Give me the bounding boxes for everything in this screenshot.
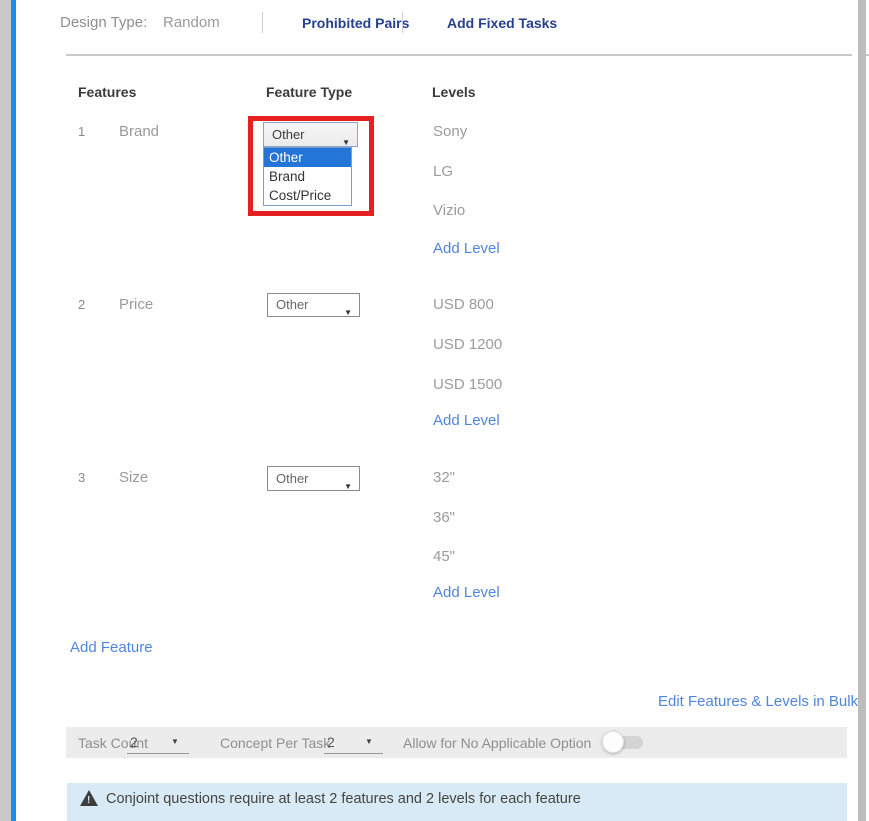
level-item[interactable]: 32": [433, 470, 455, 486]
feature-type-select[interactable]: Other ▼: [267, 293, 360, 317]
header-divider: [66, 54, 852, 56]
concept-per-task-value-dropdown[interactable]: 2: [327, 734, 335, 750]
task-count-value-dropdown[interactable]: 2: [130, 734, 138, 750]
dropdown-arrow-icon[interactable]: ▼: [171, 737, 179, 746]
level-item[interactable]: Vizio: [433, 203, 465, 219]
feature-name[interactable]: Price: [119, 297, 153, 313]
feature-index: 2: [78, 297, 85, 312]
level-item[interactable]: 45": [433, 549, 455, 565]
active-question-indicator-bar: [11, 0, 16, 821]
page-left-margin: [0, 0, 11, 821]
level-item[interactable]: USD 1200: [433, 337, 502, 353]
warning-icon-exclamation: !: [87, 795, 90, 806]
scrollbar[interactable]: [858, 0, 866, 821]
feature-type-selected-value: Other: [276, 471, 309, 486]
feature-index: 3: [78, 470, 85, 485]
conjoint-design-editor: Design Type: Random Prohibited Pairs Add…: [0, 0, 869, 821]
feature-index: 1: [78, 124, 85, 139]
features-column-header: Features: [78, 84, 136, 100]
separator: [402, 12, 403, 33]
level-item[interactable]: 36": [433, 510, 455, 526]
edit-features-levels-bulk-link[interactable]: Edit Features & Levels in Bulk: [658, 693, 858, 710]
concept-per-task-underline: [324, 753, 383, 754]
annotation-red-box: [248, 116, 374, 216]
separator: [262, 12, 263, 33]
design-type-option-add-fixed-tasks[interactable]: Add Fixed Tasks: [447, 15, 557, 31]
add-level-link[interactable]: Add Level: [433, 413, 500, 429]
toggle-knob[interactable]: [602, 731, 624, 753]
dropdown-arrow-icon[interactable]: ▼: [365, 737, 373, 746]
design-type-option-random[interactable]: Random: [163, 14, 220, 31]
level-item[interactable]: USD 1500: [433, 377, 502, 393]
no-applicable-option-label: Allow for No Applicable Option: [403, 735, 591, 751]
add-level-link[interactable]: Add Level: [433, 585, 500, 601]
feature-type-column-header: Feature Type: [266, 84, 352, 100]
level-item[interactable]: USD 800: [433, 297, 494, 313]
alert-text: Conjoint questions require at least 2 fe…: [106, 791, 581, 807]
level-item[interactable]: Sony: [433, 124, 467, 140]
task-count-underline: [127, 753, 189, 754]
feature-type-select[interactable]: Other ▼: [267, 466, 360, 491]
dropdown-arrow-icon: ▼: [344, 302, 352, 324]
feature-name[interactable]: Brand: [119, 124, 159, 140]
add-level-link[interactable]: Add Level: [433, 241, 500, 257]
design-type-option-prohibited-pairs[interactable]: Prohibited Pairs: [302, 15, 409, 31]
dropdown-arrow-icon: ▼: [344, 475, 352, 498]
add-feature-link[interactable]: Add Feature: [70, 639, 153, 656]
feature-type-selected-value: Other: [276, 297, 309, 312]
levels-column-header: Levels: [432, 84, 476, 100]
level-item[interactable]: LG: [433, 164, 453, 180]
concept-per-task-label: Concept Per Task: [220, 735, 330, 751]
feature-name[interactable]: Size: [119, 470, 148, 486]
design-type-label: Design Type:: [60, 14, 147, 31]
